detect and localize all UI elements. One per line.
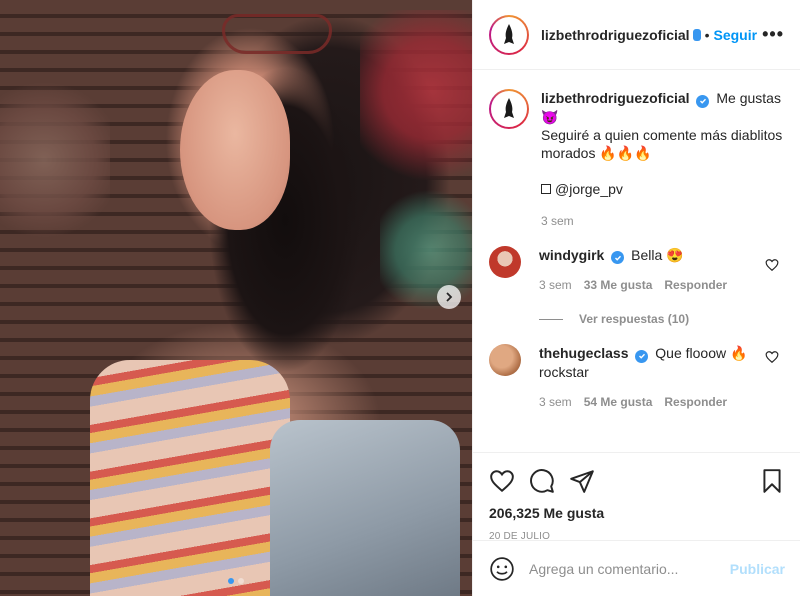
verified-icon bbox=[696, 94, 710, 108]
comment-reply-button[interactable]: Responder bbox=[664, 393, 727, 411]
caption-username[interactable]: lizbethrodriguezoficial bbox=[541, 90, 690, 106]
follow-button[interactable]: Seguir bbox=[713, 27, 757, 43]
view-replies-label: Ver respuestas (10) bbox=[579, 312, 690, 326]
heart-icon[interactable] bbox=[765, 350, 779, 364]
caption-line2: Seguiré a quien comente más diablitos mo… bbox=[541, 126, 783, 161]
commenter-avatar[interactable] bbox=[489, 245, 521, 278]
photo-bg-graffiti-brown bbox=[0, 80, 110, 240]
share-icon bbox=[570, 470, 594, 493]
caption-tag[interactable]: @jorge_pv bbox=[555, 180, 623, 198]
likes-count[interactable]: 206,325 Me gusta bbox=[489, 505, 785, 521]
post-caption: lizbethrodriguezoficial Me gustas 😈 Segu… bbox=[473, 71, 800, 230]
action-icons-row bbox=[489, 461, 785, 501]
like-button[interactable] bbox=[489, 468, 515, 494]
photo-jacket bbox=[270, 420, 460, 596]
comment-emoji: 😍 bbox=[666, 246, 684, 263]
caption-avatar[interactable] bbox=[489, 89, 529, 129]
view-replies-button[interactable]: Ver respuestas (10) bbox=[473, 294, 800, 326]
comment-button[interactable] bbox=[529, 468, 555, 494]
caption-line1: Me gustas bbox=[716, 90, 781, 106]
carousel-dot bbox=[238, 578, 244, 584]
author-username[interactable]: lizbethrodriguezoficial bbox=[541, 27, 690, 43]
photo-top bbox=[90, 360, 290, 596]
author-avatar[interactable] bbox=[489, 14, 529, 55]
comment-item: thehugeclass Que flooow 🔥 rockstar 3 sem… bbox=[473, 326, 800, 411]
caption-time[interactable]: 3 sem bbox=[541, 212, 785, 230]
comment-time[interactable]: 3 sem bbox=[539, 276, 572, 294]
share-button[interactable] bbox=[569, 468, 595, 494]
commenter-avatar[interactable] bbox=[489, 344, 521, 376]
post-photo[interactable] bbox=[0, 0, 472, 596]
comment-username[interactable]: windygirk bbox=[539, 247, 604, 263]
photo-sunglasses bbox=[222, 14, 332, 54]
comment-meta: 3 sem 33 Me gusta Responder bbox=[539, 276, 759, 294]
comment-text: Que flooow bbox=[655, 345, 727, 361]
comment-time[interactable]: 3 sem bbox=[539, 393, 572, 411]
caption-text: lizbethrodriguezoficial Me gustas 😈 Segu… bbox=[541, 89, 785, 230]
verified-icon bbox=[611, 251, 625, 264]
photo-face bbox=[180, 70, 290, 230]
heart-icon[interactable] bbox=[765, 258, 779, 272]
verified-icon bbox=[635, 349, 649, 363]
comment-icon bbox=[530, 469, 554, 493]
post-side-panel: lizbethrodriguezoficial • Seguir ••• liz… bbox=[472, 0, 800, 596]
carousel-dot bbox=[228, 578, 234, 584]
more-options-button[interactable]: ••• bbox=[762, 24, 784, 45]
carousel-next-button[interactable] bbox=[437, 285, 461, 309]
post-header: lizbethrodriguezoficial • Seguir ••• bbox=[473, 0, 800, 70]
comment-text: Bella bbox=[631, 246, 663, 263]
carousel-dots bbox=[0, 578, 472, 584]
caption-line1-emoji: 😈 bbox=[541, 108, 559, 125]
comment-composer: Publicar bbox=[473, 540, 800, 596]
comments-list[interactable]: lizbethrodriguezoficial Me gustas 😈 Segu… bbox=[473, 71, 800, 451]
post-actions: 206,325 Me gusta 20 DE JULIO bbox=[473, 452, 800, 542]
box-icon bbox=[541, 183, 551, 194]
caption-line2-emoji: 🔥🔥🔥 bbox=[599, 144, 652, 161]
comment-text-continued: rockstar bbox=[539, 363, 589, 380]
profile-logo-icon bbox=[504, 23, 514, 44]
replies-divider bbox=[539, 318, 563, 320]
comment-emoji: 🔥 bbox=[729, 345, 748, 361]
profile-logo-icon bbox=[504, 98, 514, 118]
header-separator: • bbox=[704, 26, 710, 43]
comment-input[interactable] bbox=[529, 560, 730, 577]
comment-likes[interactable]: 33 Me gusta bbox=[584, 276, 653, 294]
heart-icon bbox=[490, 470, 514, 493]
comment-likes[interactable]: 54 Me gusta bbox=[584, 393, 653, 411]
comment-item: windygirk Bella 😍 3 sem 33 Me gusta Resp… bbox=[473, 230, 800, 295]
comment-reply-button[interactable]: Responder bbox=[664, 276, 727, 294]
chevron-right-icon bbox=[446, 292, 453, 302]
save-button[interactable] bbox=[759, 468, 785, 494]
verified-icon bbox=[692, 28, 701, 41]
comment-username[interactable]: thehugeclass bbox=[539, 345, 628, 361]
comment-meta: 3 sem 54 Me gusta Responder bbox=[539, 393, 759, 411]
post-comment-button[interactable]: Publicar bbox=[730, 561, 785, 577]
emoji-icon[interactable] bbox=[489, 556, 515, 582]
bookmark-icon bbox=[763, 469, 781, 493]
caption-tag-line: @jorge_pv bbox=[541, 180, 785, 198]
